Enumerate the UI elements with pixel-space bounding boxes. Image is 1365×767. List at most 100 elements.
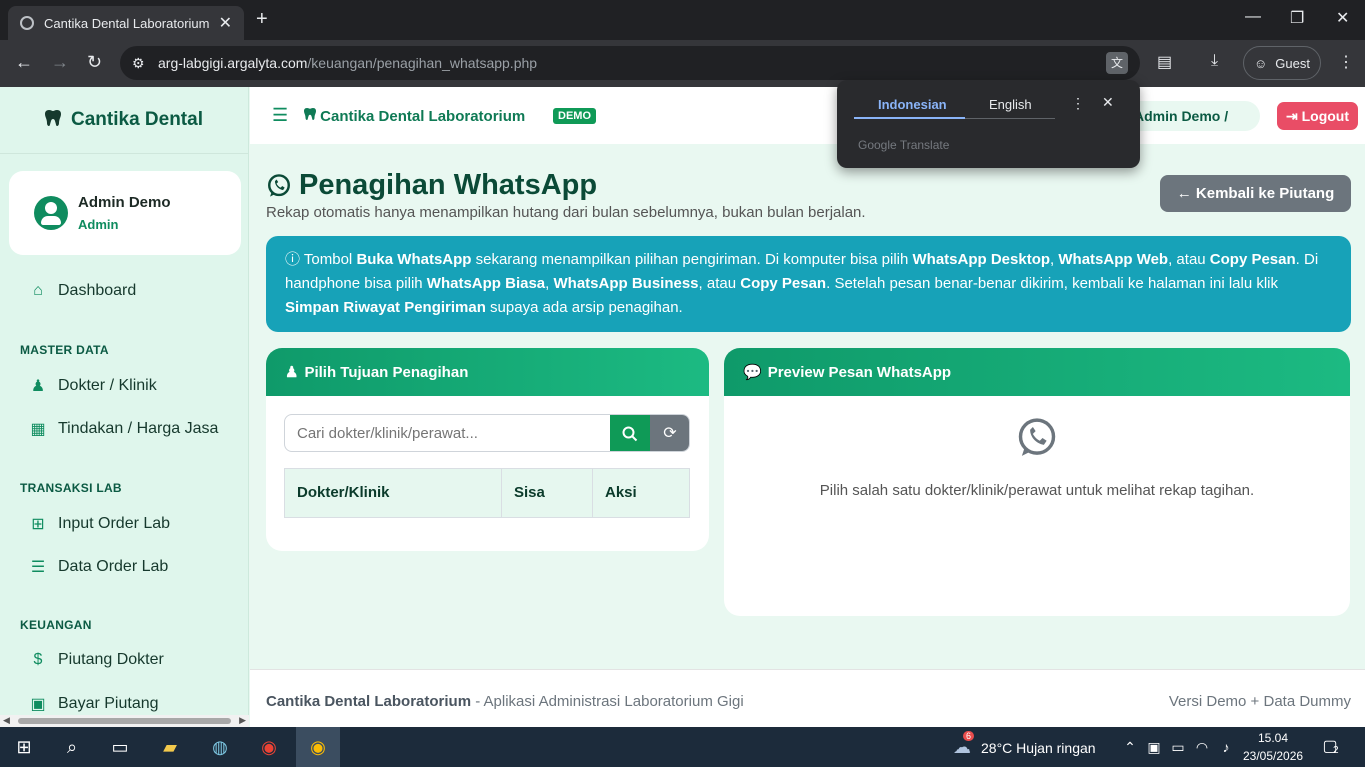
address-bar[interactable]: ⚙ arg-labgigi.argalyta.com/keuangan/pena… xyxy=(120,46,1140,80)
logout-icon: ⇥ xyxy=(1285,108,1298,124)
search-icon[interactable]: ⌕ xyxy=(58,734,86,760)
back-button-label: Kembali ke Piutang xyxy=(1195,185,1335,202)
chrome-icon[interactable]: ◉ xyxy=(255,734,283,760)
chrome-active-icon[interactable]: ◉ xyxy=(296,727,340,767)
info-bold: WhatsApp Web xyxy=(1058,251,1169,268)
top-brand[interactable]: Cantika Dental Laboratorium xyxy=(304,107,525,125)
logout-label: Logout xyxy=(1301,108,1350,124)
table-icon: ▦ xyxy=(30,421,46,438)
info-bold: Copy Pesan xyxy=(740,275,827,292)
task-view-icon[interactable]: ▭ xyxy=(106,734,134,760)
sidebar: Cantika Dental Admin Demo Admin ⌂ Dashbo… xyxy=(0,87,249,715)
info-bold: Simpan Riwayat Pengiriman xyxy=(285,299,486,316)
preview-empty-text: Pilih salah satu dokter/klinik/perawat u… xyxy=(819,482,1255,499)
browser-tab[interactable]: Cantika Dental Laboratorium ✕ xyxy=(8,6,244,40)
user-card: Admin Demo Admin xyxy=(9,171,241,255)
sidebar-item-tindakan[interactable]: ▦ Tindakan / Harga Jasa xyxy=(27,419,218,439)
url-host: arg-labgigi.argalyta.com xyxy=(158,55,308,71)
preview-card-header: 💬 Preview Pesan WhatsApp xyxy=(724,348,1350,396)
notification-icon[interactable]: ▢ xyxy=(1316,734,1344,760)
windows-start-icon[interactable]: ⊞ xyxy=(10,734,38,760)
sidebar-item-label: Data Order Lab xyxy=(58,558,169,575)
profile-button[interactable]: ☺ Guest xyxy=(1243,46,1321,80)
search-input[interactable] xyxy=(285,415,610,451)
preview-card-title: Preview Pesan WhatsApp xyxy=(767,363,952,381)
search-group: ⟳ xyxy=(284,414,690,452)
info-text: supaya ada arsip penagihan. xyxy=(485,299,683,316)
taskbar: ⊞ ⌕ ▭ ▰ ◍ ◉ ◉ ☁ 6 28°C Hujan ringan ⌃ ▣ … xyxy=(0,727,1365,767)
page-title: Penagihan WhatsApp xyxy=(266,169,597,202)
media-icon[interactable]: ▤ xyxy=(1157,52,1172,72)
sidebar-brand[interactable]: Cantika Dental xyxy=(0,87,248,154)
network-app-icon[interactable]: ◍ xyxy=(206,734,234,760)
clock-time[interactable]: 15.04 xyxy=(1258,731,1288,745)
web-page: Cantika Dental Admin Demo Admin ⌂ Dashbo… xyxy=(0,87,1365,727)
close-icon[interactable]: ✕ xyxy=(1102,94,1114,111)
top-brand-text: Cantika Dental Laboratorium xyxy=(320,108,526,125)
sidebar-item-label: Dokter / Klinik xyxy=(58,377,157,394)
new-tab-icon[interactable]: + xyxy=(256,8,268,31)
info-text: , atau xyxy=(698,275,741,292)
minimize-icon[interactable]: — xyxy=(1245,8,1261,26)
tooth-icon xyxy=(304,108,320,125)
profile-label: Guest xyxy=(1275,55,1310,71)
sidebar-item-piutang[interactable]: $ Piutang Dokter xyxy=(27,651,164,669)
forward-arrow-icon[interactable]: → xyxy=(51,52,69,73)
footer-desc: - Aplikasi Administrasi Laboratorium Gig… xyxy=(471,693,744,710)
scroll-right-icon[interactable]: ▶ xyxy=(239,715,246,726)
window-close-icon[interactable]: ✕ xyxy=(1336,8,1349,28)
lang-tab-indonesian[interactable]: Indonesian xyxy=(878,97,947,112)
reload-icon[interactable]: ↻ xyxy=(87,52,102,73)
search-button[interactable] xyxy=(610,415,650,451)
user-role: Admin xyxy=(78,217,119,232)
section-transaksi-lab: TRANSAKSI LAB xyxy=(20,481,122,495)
info-bold: WhatsApp Biasa xyxy=(426,275,546,292)
sidebar-item-bayar[interactable]: ▣ Bayar Piutang xyxy=(27,694,158,714)
sidebar-item-dashboard[interactable]: ⌂ Dashboard xyxy=(27,282,136,300)
volume-icon[interactable]: ♪ xyxy=(1212,734,1240,760)
tooth-icon xyxy=(45,109,61,132)
column-header: Dokter/Klinik xyxy=(285,469,502,517)
page-title-text: Penagihan WhatsApp xyxy=(299,169,598,201)
info-text: , atau xyxy=(1168,251,1210,268)
more-options-icon[interactable]: ⋮ xyxy=(1071,95,1085,112)
info-text: sekarang menampilkan pilihan pengiriman.… xyxy=(471,251,913,268)
refresh-icon: ⟳ xyxy=(663,425,677,442)
logout-button[interactable]: ⇥ Logout xyxy=(1277,102,1358,130)
download-icon[interactable]: ⤓ xyxy=(1211,52,1218,70)
info-text: Tombol xyxy=(300,251,357,268)
back-arrow-icon[interactable]: ← xyxy=(15,52,33,73)
sidebar-item-dokter-klinik[interactable]: ♟ Dokter / Klinik xyxy=(27,376,157,396)
tab-close-icon[interactable]: ✕ xyxy=(219,13,232,33)
refresh-button[interactable]: ⟳ xyxy=(650,415,689,451)
site-info-icon[interactable]: ⚙ xyxy=(132,55,148,71)
info-text: , xyxy=(545,275,554,292)
column-header: Sisa xyxy=(502,469,593,517)
menu-dots-icon[interactable]: ⋮ xyxy=(1338,52,1354,72)
user-doctor-icon: ♟ xyxy=(30,378,46,395)
profile-icon: ☺ xyxy=(1254,55,1268,71)
restore-icon[interactable]: ❐ xyxy=(1290,8,1304,28)
notification-count: 2 xyxy=(1333,745,1339,756)
money-bill-icon: ▣ xyxy=(30,696,46,713)
hamburger-icon[interactable]: ☰ xyxy=(272,105,288,126)
weather-text[interactable]: 28°C Hujan ringan xyxy=(981,740,1096,756)
comment-icon: 💬 xyxy=(743,364,762,381)
clock-date[interactable]: 23/05/2026 xyxy=(1243,749,1303,763)
info-bold: Buka WhatsApp xyxy=(356,251,472,268)
url-path: /keuangan/penagihan_whatsapp.php xyxy=(307,55,538,71)
preview-card: 💬 Preview Pesan WhatsApp Pilih salah sat… xyxy=(724,348,1350,616)
footer: Cantika Dental Laboratorium - Aplikasi A… xyxy=(250,669,1365,727)
sidebar-item-label: Input Order Lab xyxy=(58,515,171,532)
scroll-left-icon[interactable]: ◀ xyxy=(3,715,10,726)
translate-icon[interactable]: 文 xyxy=(1106,52,1128,74)
back-to-piutang-button[interactable]: ← Kembali ke Piutang xyxy=(1160,175,1351,212)
file-explorer-icon[interactable]: ▰ xyxy=(156,734,184,760)
lang-tab-english[interactable]: English xyxy=(989,97,1032,112)
scrollbar-thumb[interactable] xyxy=(18,718,231,724)
powered-by: Google Translate xyxy=(858,138,950,152)
sidebar-item-data-order[interactable]: ☰ Data Order Lab xyxy=(27,557,168,577)
sidebar-scrollbar[interactable]: ◀ ▶ xyxy=(0,715,249,727)
whatsapp-icon xyxy=(268,173,290,197)
sidebar-item-input-order[interactable]: ⊞ Input Order Lab xyxy=(27,514,170,534)
